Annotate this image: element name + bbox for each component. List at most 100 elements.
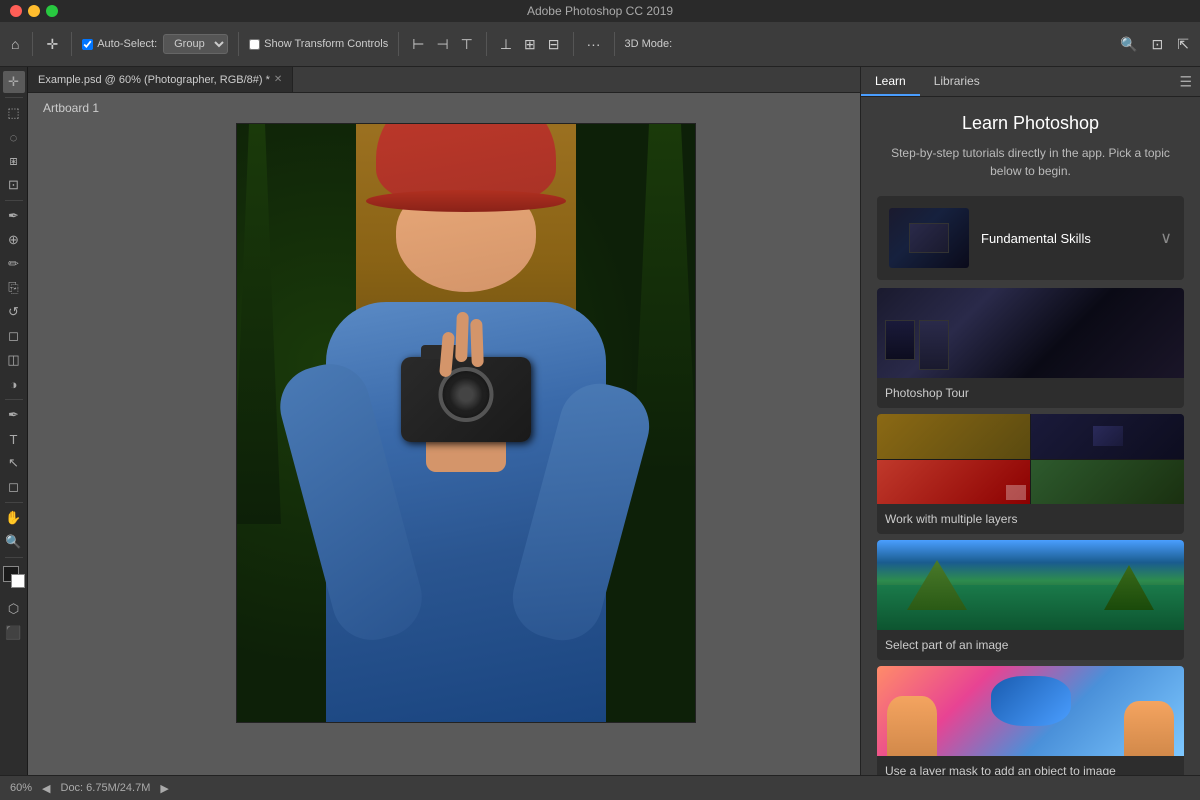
lasso-tool[interactable]: ◌ [3,126,25,148]
fundamental-skills-label: Fundamental Skills [981,231,1160,246]
transform-controls-label: Show Transform Controls [264,38,388,50]
document-tab[interactable]: Example.psd @ 60% (Photographer, RGB/8#)… [28,67,293,92]
gradient-tool[interactable]: ◫ [3,349,25,371]
dodge-tool[interactable]: ◑ [3,373,25,395]
fundamental-skills-header[interactable]: Fundamental Skills ∨ [877,196,1184,280]
learn-title: Learn Photoshop [877,113,1184,134]
eyedropper-tool[interactable]: ✒ [3,205,25,227]
document-size: Doc: 6.75M/24.7M [61,782,151,794]
window-controls [10,5,58,17]
transform-checkbox[interactable] [249,39,260,50]
learn-subtitle: Step-by-step tutorials directly in the a… [877,144,1184,180]
foreground-background-color[interactable] [3,566,25,588]
tool-separator-4 [5,502,23,503]
learn-panel: Learn Libraries ☰ Learn Photoshop Step-b… [860,67,1200,775]
hand-tool[interactable]: ✋ [3,507,25,529]
group-dropdown[interactable]: Group [163,34,228,54]
zoom-tool[interactable]: 🔍 [3,531,25,553]
finger-3 [470,319,484,367]
tool-separator [5,97,23,98]
tutorial-layer-mask[interactable]: Use a layer mask to add an object to ima… [877,666,1184,775]
toolbar-right: 🔍 ⊡ ⇱ [1117,33,1192,56]
toolbar-separator-7 [614,32,615,56]
tutorial-select-part[interactable]: Select part of an image [877,540,1184,660]
tool-separator-3 [5,399,23,400]
search-icon[interactable]: 🔍 [1117,33,1140,56]
transform-controls-check[interactable]: Show Transform Controls [249,38,388,50]
learn-body: Learn Photoshop Step-by-step tutorials d… [861,97,1200,775]
maximize-button[interactable] [46,5,58,17]
close-tab-icon[interactable]: ✕ [274,74,282,85]
tools-panel: ✛ ⬚ ◌ ⧆ ⊡ ✒ ⊕ ✏ ⎘ ↺ ◻ ◫ ◑ ✒ T ↖ ◻ ✋ 🔍 ⬡ … [0,67,28,775]
toolbar-separator-3 [238,32,239,56]
section-chevron-icon[interactable]: ∨ [1160,228,1172,248]
toolbar-separator-2 [71,32,72,56]
toolbar-separator [32,32,33,56]
status-arrow-right[interactable]: ▶ [160,782,168,795]
align-right-icon[interactable]: ⊤ [458,33,476,56]
more-options-icon[interactable]: ··· [584,33,604,55]
align-center-icon[interactable]: ⊣ [433,33,451,56]
panel-1 [885,320,915,360]
space-orb [1093,426,1123,446]
distribute-v-icon[interactable]: ⊞ [521,33,539,56]
libraries-tab[interactable]: Libraries [920,68,994,96]
move-tool[interactable]: ✛ [3,71,25,93]
learn-panel-menu-icon[interactable]: ☰ [1179,73,1192,90]
document-tab-label: Example.psd @ 60% (Photographer, RGB/8#)… [38,74,270,86]
tutorial-multiple-layers[interactable]: Work with multiple layers [877,414,1184,534]
type-tool[interactable]: T [3,428,25,450]
background-color[interactable] [11,574,25,588]
auto-select-checkbox[interactable] [82,39,93,50]
eraser-tool[interactable]: ◻ [3,325,25,347]
app-title: Adobe Photoshop CC 2019 [527,4,673,18]
auto-select-label: Auto-Select: [97,38,157,50]
screen-mode[interactable]: ⬛ [3,622,25,644]
hand-left [887,696,937,756]
workspace-icon[interactable]: ⊡ [1149,33,1167,56]
minimize-button[interactable] [28,5,40,17]
blue-object [991,676,1071,726]
clone-stamp-tool[interactable]: ⎘ [3,277,25,299]
align-left-icon[interactable]: ⊢ [409,33,427,56]
healing-tool[interactable]: ⊕ [3,229,25,251]
shape-tool[interactable]: ◻ [3,476,25,498]
camera-body [401,357,531,442]
multiple-layers-label: Work with multiple layers [877,504,1184,534]
marquee-tool[interactable]: ⬚ [3,102,25,124]
path-select-tool[interactable]: ↖ [3,452,25,474]
pen-tool[interactable]: ✒ [3,404,25,426]
quick-mask-mode[interactable]: ⬡ [3,598,25,620]
learn-tab[interactable]: Learn [861,68,920,96]
status-arrow-left[interactable]: ◀ [42,782,50,795]
multiple-layers-thumb [877,414,1184,504]
layer-mask-label: Use a layer mask to add an object to ima… [877,756,1184,775]
hat-brim [366,190,566,212]
home-icon[interactable]: ⌂ [8,33,22,55]
title-bar: Adobe Photoshop CC 2019 [0,0,1200,22]
learn-panel-tabs: Learn Libraries ☰ [861,67,1200,97]
crop-tool[interactable]: ⊡ [3,174,25,196]
brush-tool[interactable]: ✏ [3,253,25,275]
tutorial-photoshop-tour[interactable]: Photoshop Tour [877,288,1184,408]
toolbar-separator-6 [573,32,574,56]
photoshop-tour-thumb [877,288,1184,378]
toolbar-separator-4 [398,32,399,56]
thumb-cell-4 [1031,460,1184,505]
thumb-cell-3 [877,460,1030,505]
canvas-content[interactable]: Artboard 1 [28,93,950,775]
expand-icon[interactable]: ⇱ [1174,33,1192,56]
distribute-icon[interactable]: ⊥ [497,33,515,56]
right-container: Example.psd @ 60% (Photographer, RGB/8#)… [28,67,1200,775]
main-area: ✛ ⬚ ◌ ⧆ ⊡ ✒ ⊕ ✏ ⎘ ↺ ◻ ◫ ◑ ✒ T ↖ ◻ ✋ 🔍 ⬡ … [0,67,1200,775]
history-brush-tool[interactable]: ↺ [3,301,25,323]
quick-select-tool[interactable]: ⧆ [3,150,25,172]
hand-right [1124,701,1174,756]
distribute-h-icon[interactable]: ⊟ [545,33,563,56]
auto-select-check[interactable]: Auto-Select: [82,38,157,50]
photo-canvas [236,123,696,723]
move-icon[interactable]: ✛ [43,33,61,56]
status-bar: 60% ◀ Doc: 6.75M/24.7M ▶ [0,775,1200,800]
finger-2 [455,312,469,362]
close-button[interactable] [10,5,22,17]
